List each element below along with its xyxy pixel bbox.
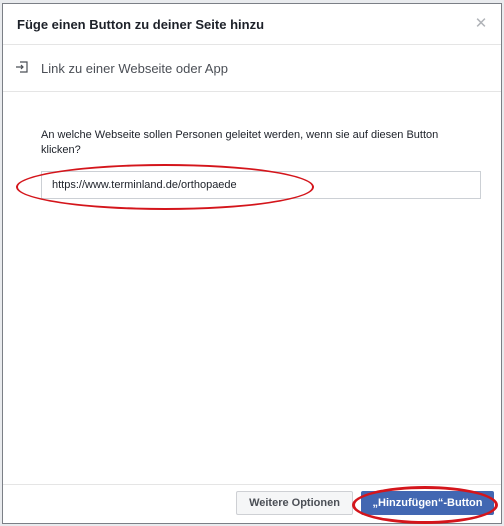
dialog-header: Füge einen Button zu deiner Seite hinzu … [3, 4, 501, 45]
url-question-label: An welche Webseite sollen Personen gelei… [41, 129, 439, 156]
dialog-footer: Weitere Optionen „Hinzufügen“-Button [3, 481, 501, 523]
dialog-body: An welche Webseite sollen Personen gelei… [3, 92, 501, 485]
url-input[interactable] [41, 171, 481, 199]
link-arrow-icon [16, 61, 28, 73]
more-options-button[interactable]: Weitere Optionen [236, 491, 353, 515]
add-button-dialog: Füge einen Button zu deiner Seite hinzu … [2, 3, 502, 524]
dialog-title: Füge einen Button zu deiner Seite hinzu [17, 17, 265, 32]
close-icon[interactable]: ✕ [473, 16, 489, 32]
dialog-subheader: Link zu einer Webseite oder App [3, 45, 501, 92]
dialog-subtitle: Link zu einer Webseite oder App [41, 61, 228, 76]
add-button[interactable]: „Hinzufügen“-Button [361, 491, 494, 515]
